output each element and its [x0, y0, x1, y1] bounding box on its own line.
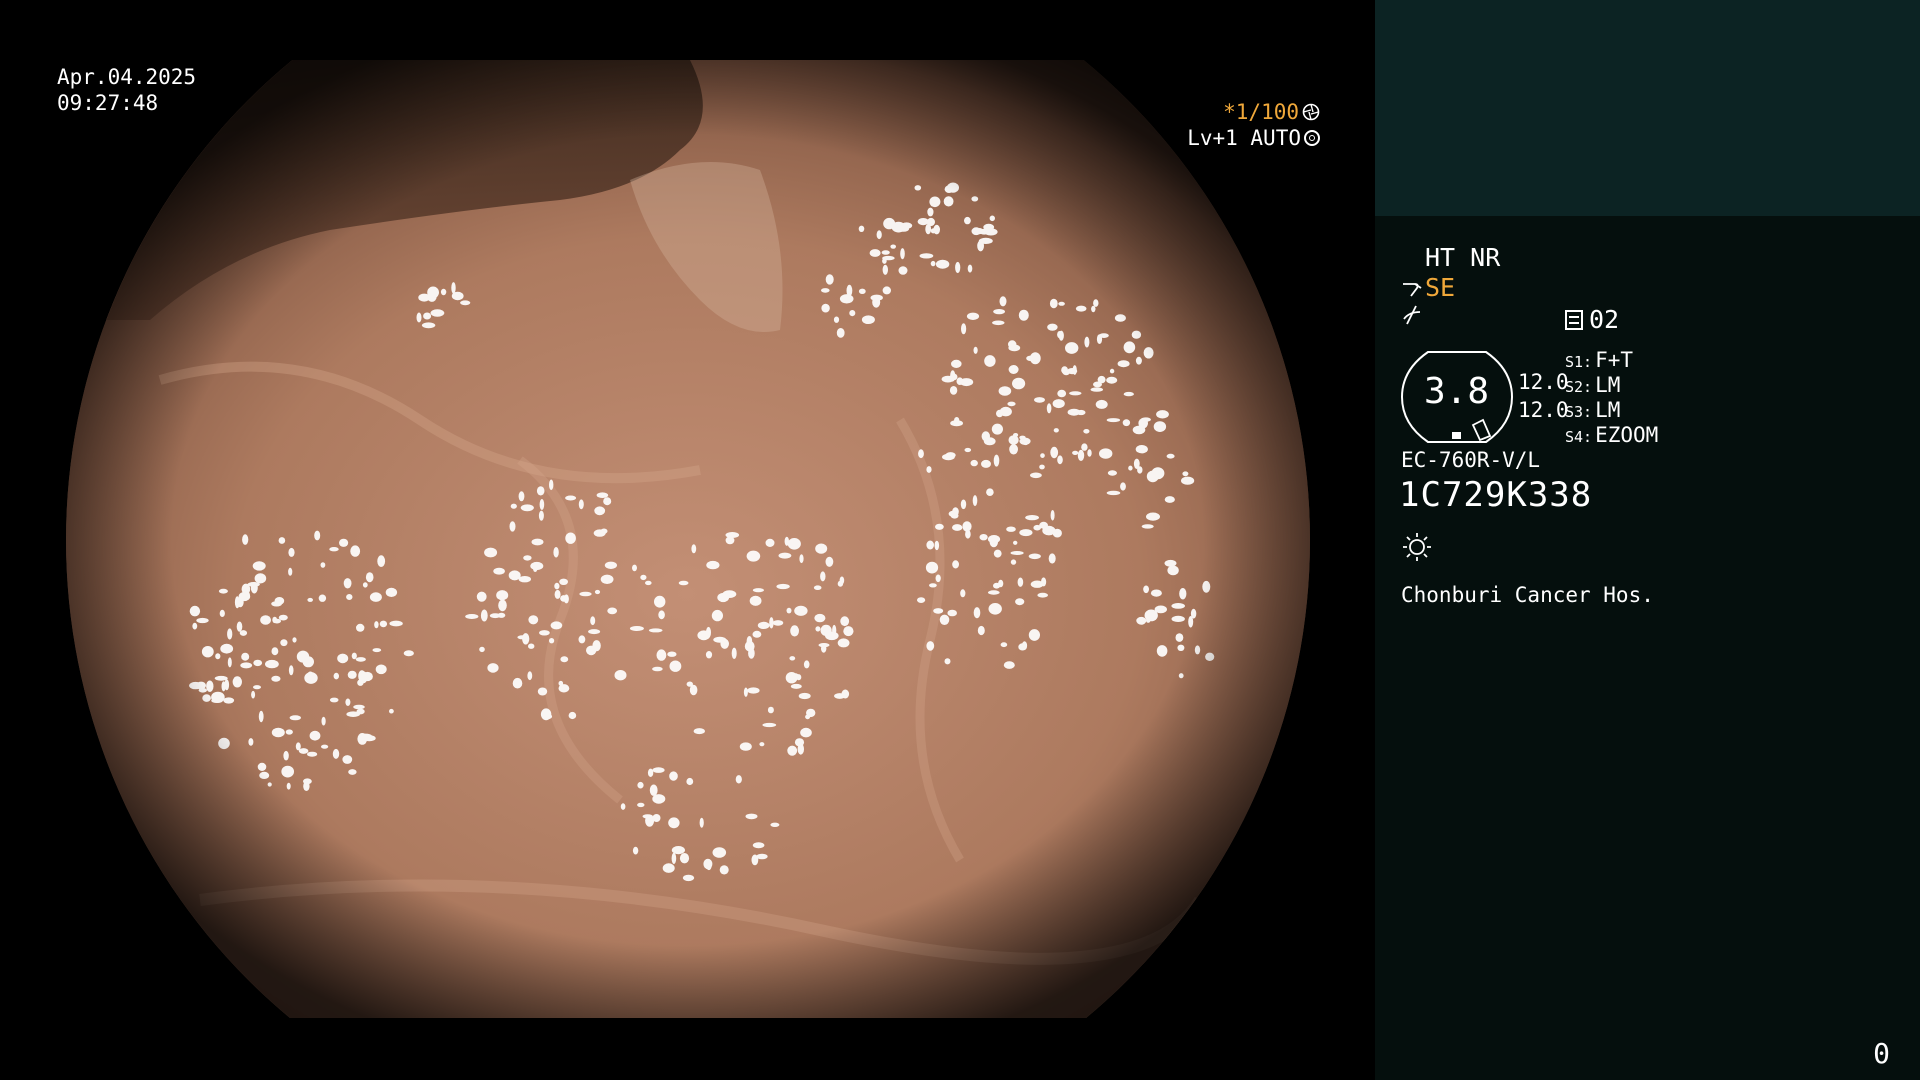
switch-s1: S1: F+T — [1565, 348, 1633, 372]
image-processing-mode: HT NR — [1425, 243, 1501, 272]
corner-number: 0 — [1873, 1037, 1890, 1070]
switch-key: S3: — [1565, 403, 1593, 421]
switch-value: LM — [1595, 373, 1621, 397]
brightness-level: Lv+1 AUTO — [1187, 126, 1301, 150]
value-b: 12.0 — [1518, 398, 1569, 422]
info-panel: HT NR SE 02 3.8 12.0 12.0 S1: F+T S2: LM — [1375, 0, 1920, 1080]
value-a: 12.0 — [1518, 370, 1569, 394]
panel-header-area — [1375, 0, 1920, 216]
switch-key: S2: — [1565, 378, 1593, 396]
switch-key: S1: — [1565, 353, 1593, 371]
scope-model: EC-760R-V/L — [1401, 448, 1541, 472]
endoscope-view: Apr.04.2025 09:27:48 *1/100 Lv+1 AUTO — [0, 0, 1375, 1080]
switch-value: EZOOM — [1595, 423, 1659, 447]
se-label: SE — [1425, 273, 1456, 302]
switch-s2: S2: LM — [1565, 373, 1620, 397]
se-indicator: SE — [1401, 273, 1455, 302]
zoom-indicator: 3.8 — [1400, 350, 1515, 445]
memo-indicator: 02 — [1565, 305, 1619, 334]
aperture-icon — [1302, 103, 1320, 121]
zoom-value: 3.8 — [1423, 371, 1490, 412]
memo-value: 02 — [1589, 305, 1620, 334]
datetime-display: Apr.04.2025 09:27:48 — [57, 64, 196, 116]
shutter-speed: *1/100 — [1223, 100, 1299, 124]
not-equal-slash-icon — [1401, 303, 1423, 332]
ring-icon — [1304, 130, 1320, 146]
date-text: Apr.04.2025 — [57, 65, 197, 89]
switch-s3: S3: LM — [1565, 398, 1620, 422]
scope-serial: 1C729K338 — [1399, 475, 1593, 515]
sun-icon — [1402, 532, 1432, 566]
switch-key: S4: — [1565, 428, 1593, 446]
time-text: 09:27:48 — [57, 91, 159, 115]
endoscopic-image — [66, 60, 1310, 1018]
hook-arrow-icon — [1403, 282, 1422, 297]
switch-value: F+T — [1595, 348, 1634, 372]
switch-s4: S4: EZOOM — [1565, 423, 1658, 447]
hospital-name: Chonburi Cancer Hos. — [1401, 583, 1654, 607]
memo-card-icon — [1565, 309, 1583, 330]
shutter-info: *1/100 Lv+1 AUTO — [1187, 99, 1320, 151]
switch-value: LM — [1595, 398, 1621, 422]
